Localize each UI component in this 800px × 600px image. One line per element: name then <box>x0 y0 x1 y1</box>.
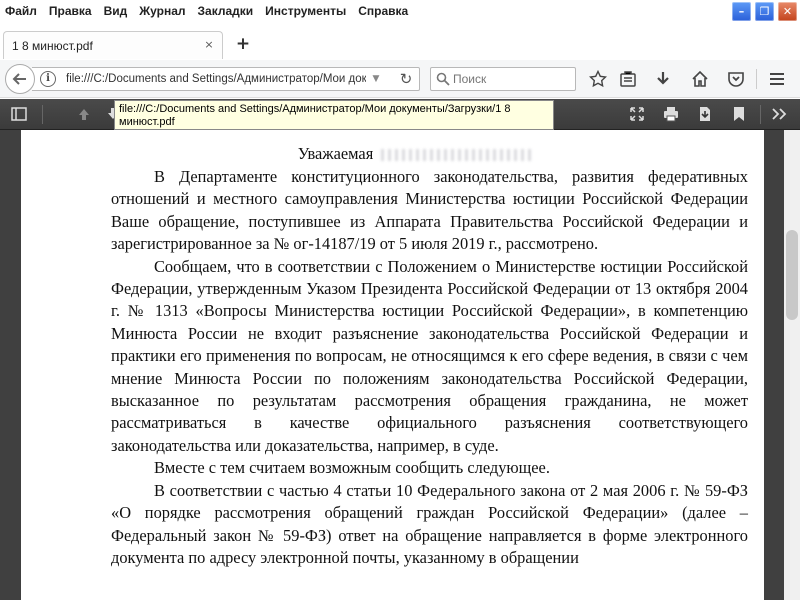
menu-view[interactable]: Вид <box>98 0 134 22</box>
new-tab-button[interactable]: + <box>234 34 252 54</box>
star-icon <box>589 70 607 88</box>
menu-bar: Файл Правка Вид Журнал Закладки Инструме… <box>0 0 800 22</box>
hamburger-menu-icon[interactable] <box>766 68 788 90</box>
printer-icon <box>664 107 678 122</box>
clipboard-icon <box>620 71 636 87</box>
bookmark-icon[interactable] <box>728 104 750 124</box>
redacted-name <box>381 149 532 162</box>
download-doc-icon <box>700 107 710 121</box>
menu-file[interactable]: Файл <box>0 0 43 22</box>
menu-lines-icon <box>770 73 784 85</box>
info-icon[interactable]: i <box>40 71 56 87</box>
panel-icon <box>11 107 27 121</box>
ribbon-icon <box>734 107 744 121</box>
expand-arrows-icon <box>630 107 644 121</box>
pocket-shield-icon <box>728 72 744 87</box>
tab-close-icon[interactable]: × <box>202 38 216 52</box>
paragraph: В Департаменте конституционного законода… <box>111 167 748 254</box>
menu-history[interactable]: Журнал <box>133 0 191 22</box>
search-bar[interactable] <box>430 67 576 91</box>
nav-separator <box>756 69 757 89</box>
bookmark-star-icon[interactable] <box>587 68 609 90</box>
tab-pdf[interactable]: 1 8 минюст.pdf × <box>3 31 223 59</box>
reload-icon[interactable]: ↻ <box>396 69 416 89</box>
double-chevron-right-icon <box>772 108 787 120</box>
scrollbar[interactable] <box>784 130 800 600</box>
pocket-icon[interactable] <box>725 68 747 90</box>
previous-page-icon[interactable] <box>73 104 95 124</box>
menu-edit[interactable]: Правка <box>43 0 98 22</box>
back-arrow-icon <box>12 73 26 85</box>
tab-bar: 1 8 минюст.pdf × + <box>0 22 800 60</box>
window-controls: – ❐ ✕ <box>731 1 798 22</box>
home-icon[interactable] <box>689 68 711 90</box>
chevron-down-icon[interactable]: ▼ <box>368 69 384 89</box>
sidebar-toggle-icon[interactable] <box>8 104 30 124</box>
salutation-text: Уважаемая <box>297 144 374 163</box>
pdf-separator <box>760 105 761 124</box>
paragraph: Сообщаем, что в соответствии с Положение… <box>111 256 748 455</box>
print-icon[interactable] <box>660 104 682 124</box>
menu-tools[interactable]: Инструменты <box>259 0 352 22</box>
reading-list-icon[interactable] <box>617 68 639 90</box>
tab-title: 1 8 минюст.pdf <box>12 38 93 53</box>
search-input[interactable] <box>453 68 573 90</box>
maximize-button[interactable]: ❐ <box>754 1 775 22</box>
nav-bar: i file:///C:/Documents and Settings/Адми… <box>0 60 800 98</box>
menu-bookmarks[interactable]: Закладки <box>192 0 260 22</box>
house-icon <box>692 70 708 87</box>
pdf-separator <box>42 105 43 124</box>
save-icon[interactable] <box>694 104 716 124</box>
menu-help[interactable]: Справка <box>352 0 414 22</box>
close-window-button[interactable]: ✕ <box>777 1 798 22</box>
pdf-page: Уважаемая В Департаменте конституционног… <box>21 130 764 600</box>
pdf-viewer[interactable]: Уважаемая В Департаменте конституционног… <box>0 130 800 600</box>
tools-menu-icon[interactable] <box>768 104 790 124</box>
downloads-icon[interactable] <box>652 68 674 90</box>
salutation: Уважаемая <box>81 144 748 166</box>
document-body: Уважаемая В Департаменте конституционног… <box>111 144 748 569</box>
url-text[interactable]: file:///C:/Documents and Settings/Админи… <box>66 68 366 90</box>
url-bar[interactable]: i file:///C:/Documents and Settings/Адми… <box>32 67 420 91</box>
arrow-up-icon <box>79 109 89 120</box>
back-button[interactable] <box>5 64 35 94</box>
paragraph: В соответствии с частью 4 статьи 10 Феде… <box>111 480 748 567</box>
presentation-mode-icon[interactable] <box>626 104 648 124</box>
minimize-button[interactable]: – <box>731 1 752 22</box>
search-icon <box>436 72 450 86</box>
scrollbar-thumb[interactable] <box>786 230 798 320</box>
paragraph: Вместе с тем считаем возможным сообщить … <box>154 458 550 478</box>
download-arrow-icon <box>657 72 669 85</box>
url-tooltip: file:///C:/Documents and Settings/Админи… <box>114 100 554 130</box>
